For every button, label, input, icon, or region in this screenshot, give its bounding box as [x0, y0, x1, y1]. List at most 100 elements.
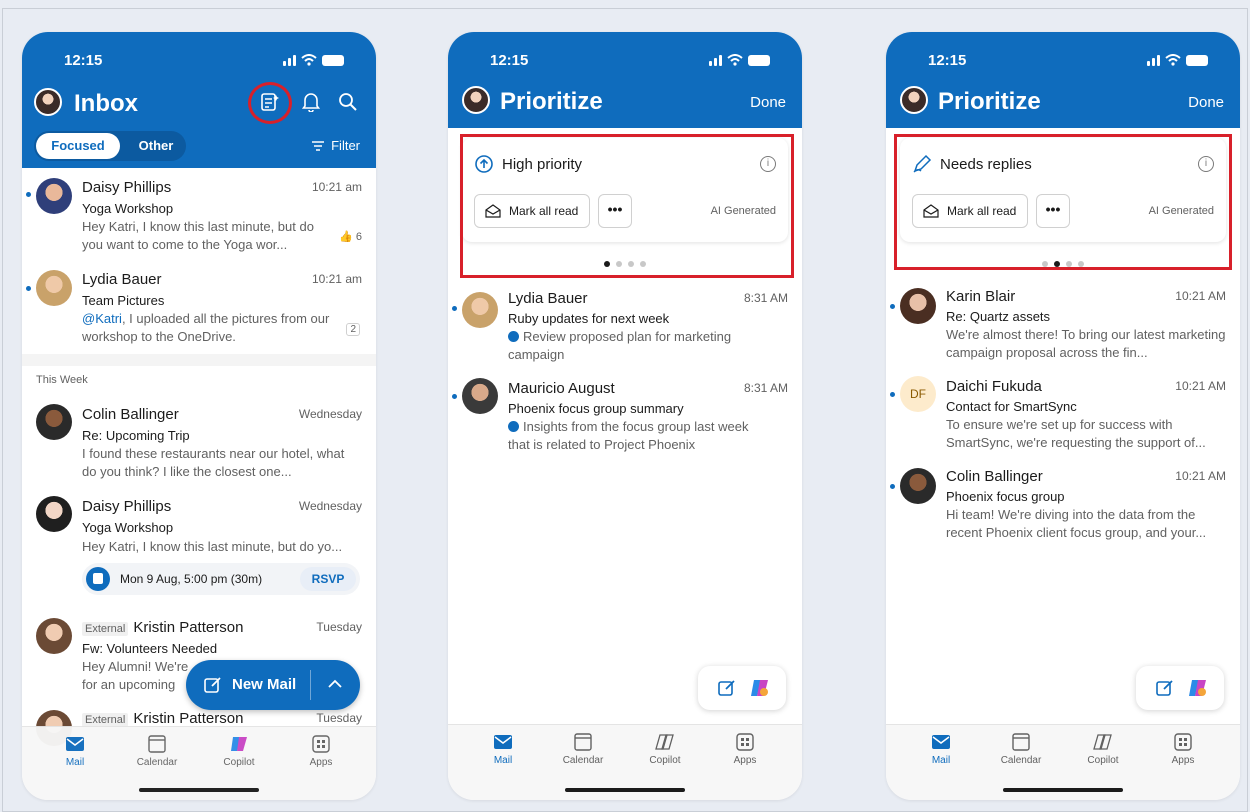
list-item[interactable]: Mauricio August 8:31 AM Phoenix focus gr…: [448, 378, 802, 468]
copilot-icon: [1093, 734, 1112, 750]
filter-button[interactable]: Filter: [311, 138, 360, 153]
account-avatar[interactable]: [900, 86, 928, 114]
search-icon[interactable]: [338, 92, 358, 117]
message-subject: Fw: Volunteers Needed: [82, 641, 218, 656]
prioritize-header: 12:15 Prioritize Done: [448, 32, 802, 128]
unread-dot: [452, 394, 457, 399]
message-subject: Yoga Workshop: [82, 201, 174, 216]
tab-apps[interactable]: Apps: [710, 733, 780, 766]
thread-count-badge: 2: [346, 323, 360, 336]
tab-mail[interactable]: Mail: [468, 733, 538, 766]
unread-dot: [452, 306, 457, 311]
status-time: 12:15: [64, 52, 103, 69]
tab-calendar[interactable]: Calendar: [548, 733, 618, 766]
list-item[interactable]: Daisy Phillips 10:21 am Yoga Workshop He…: [22, 172, 376, 258]
tab-calendar[interactable]: Calendar: [986, 733, 1056, 766]
copilot-icon: [231, 737, 247, 751]
wifi-icon: [1165, 54, 1181, 66]
signal-icon: [1147, 54, 1160, 66]
bottom-tab-bar: Mail Calendar Copilot Apps: [22, 726, 376, 800]
message-subject: Re: Upcoming Trip: [82, 428, 190, 443]
battery-icon: [748, 54, 770, 66]
copilot-icon[interactable]: [750, 678, 770, 698]
list-item[interactable]: Colin Ballinger 10:21 AM Phoenix focus g…: [886, 466, 1240, 556]
avatar: [900, 468, 936, 504]
sender-name: Lydia Bauer: [508, 290, 588, 307]
message-time: 10:21 am: [311, 272, 362, 286]
done-button[interactable]: Done: [1188, 94, 1224, 111]
highlight-box: [460, 134, 794, 278]
sender-name: Colin Ballinger: [946, 468, 1043, 485]
mail-icon: [494, 735, 512, 749]
tab-copilot[interactable]: Copilot: [1068, 733, 1138, 766]
phone-prioritize-high: 12:15 Prioritize Done High priority i Ma…: [448, 32, 802, 800]
unread-dot: [890, 484, 895, 489]
compose-icon[interactable]: [718, 679, 736, 697]
list-item[interactable]: DF Daichi Fukuda 10:21 AM Contact for Sm…: [886, 376, 1240, 466]
tab-calendar[interactable]: Calendar: [122, 735, 192, 768]
message-time: 8:31 AM: [743, 291, 788, 305]
rsvp-card: Mon 9 Aug, 5:00 pm (30m) RSVP: [82, 563, 360, 595]
message-preview: To ensure we're set up for success with …: [946, 417, 1206, 450]
done-button[interactable]: Done: [750, 94, 786, 111]
calendar-event-icon: [86, 567, 110, 591]
battery-icon: [322, 54, 344, 66]
sender-name: Daisy Phillips: [82, 498, 172, 515]
bell-icon[interactable]: [301, 92, 321, 117]
tab-mail[interactable]: Mail: [40, 735, 110, 768]
message-preview: Hey Katri, I know this last minute, but …: [82, 219, 314, 252]
message-time: 10:21 am: [311, 180, 362, 194]
status-time: 12:15: [928, 52, 967, 69]
section-divider: [22, 354, 376, 366]
list-item[interactable]: Colin Ballinger Wednesday Re: Upcoming T…: [22, 396, 376, 486]
tab-apps[interactable]: Apps: [1148, 733, 1218, 766]
account-avatar[interactable]: [34, 88, 62, 116]
tab-copilot[interactable]: Copilot: [630, 733, 700, 766]
status-bar: 12:15: [886, 52, 1240, 72]
sender-name: Karin Blair: [946, 288, 1016, 305]
avatar: [462, 378, 498, 414]
sender-name: Colin Ballinger: [82, 406, 179, 423]
tab-apps[interactable]: Apps: [286, 735, 356, 768]
message-time: Wednesday: [298, 407, 362, 421]
mention: @Katri: [82, 311, 122, 326]
compose-icon[interactable]: [1156, 679, 1174, 697]
unread-dot: [890, 304, 895, 309]
message-subject: Team Pictures: [82, 293, 165, 308]
message-subject: Contact for SmartSync: [946, 399, 1077, 414]
highlight-box: [894, 134, 1232, 270]
tab-focused[interactable]: Focused: [36, 133, 120, 159]
mail-icon: [66, 737, 84, 751]
message-subject: Ruby updates for next week: [508, 311, 670, 326]
new-mail-button[interactable]: New Mail: [186, 660, 360, 710]
home-indicator: [565, 788, 685, 792]
rsvp-button[interactable]: RSVP: [300, 567, 356, 591]
tab-other[interactable]: Other: [126, 131, 186, 161]
new-mail-label: New Mail: [232, 676, 297, 693]
status-bar: 12:15: [448, 52, 802, 72]
tab-copilot[interactable]: Copilot: [204, 735, 274, 768]
message-time: 10:21 AM: [1175, 469, 1226, 483]
copilot-icon[interactable]: [1188, 678, 1208, 698]
phone-inbox: 12:15 Inbox Focused Other Filter Daisy P…: [22, 32, 376, 800]
list-item[interactable]: Lydia Bauer 8:31 AM Ruby updates for nex…: [448, 286, 802, 376]
copilot-bullet-icon: [508, 331, 519, 342]
filter-icon: [312, 140, 325, 151]
home-indicator: [139, 788, 259, 792]
compose-copilot-fab: [1136, 666, 1224, 710]
battery-icon: [1186, 54, 1208, 66]
list-item[interactable]: Lydia Bauer 10:21 am Team Pictures @Katr…: [22, 264, 376, 352]
bottom-tab-bar: Mail Calendar Copilot Apps: [448, 724, 802, 800]
message-time: 10:21 AM: [1175, 379, 1226, 393]
signal-icon: [709, 54, 722, 66]
highlight-circle: [248, 82, 292, 124]
mail-icon: [932, 735, 950, 749]
chevron-up-icon[interactable]: [328, 679, 342, 689]
message-time: 10:21 AM: [1175, 289, 1226, 303]
external-tag: External: [82, 713, 129, 727]
inbox-pivot: Focused Other: [34, 131, 186, 161]
tab-mail[interactable]: Mail: [906, 733, 976, 766]
account-avatar[interactable]: [462, 86, 490, 114]
compose-copilot-fab: [698, 666, 786, 710]
list-item[interactable]: Karin Blair 10:21 AM Re: Quartz assets W…: [886, 284, 1240, 374]
